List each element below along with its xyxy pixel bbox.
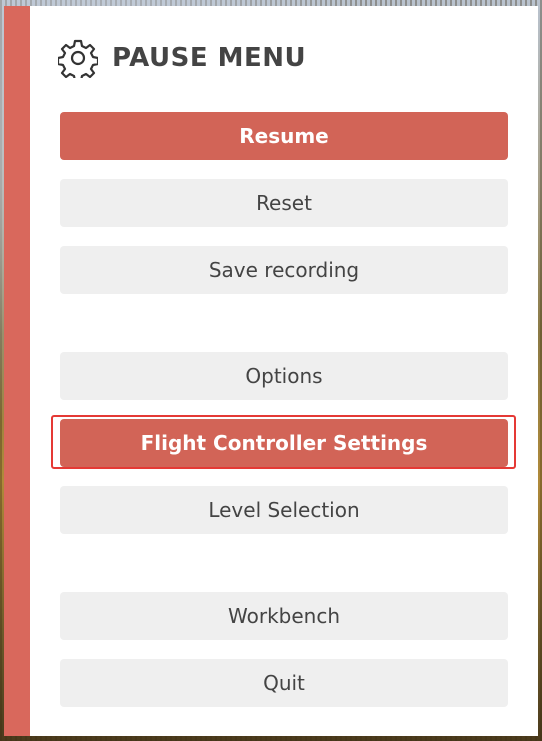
gear-icon xyxy=(58,38,98,78)
level-selection-button[interactable]: Level Selection xyxy=(60,486,508,534)
workbench-button[interactable]: Workbench xyxy=(60,592,508,640)
quit-button[interactable]: Quit xyxy=(60,659,508,707)
side-accent-bar xyxy=(4,6,30,736)
options-button[interactable]: Options xyxy=(60,352,508,400)
reset-button[interactable]: Reset xyxy=(60,179,508,227)
save-recording-button[interactable]: Save recording xyxy=(60,246,508,294)
page-title: PAUSE MENU xyxy=(112,43,307,73)
flight-controller-settings-button[interactable]: Flight Controller Settings xyxy=(60,419,508,467)
resume-button[interactable]: Resume xyxy=(60,112,508,160)
pause-menu-panel: PAUSE MENU Resume Reset Save recording O… xyxy=(30,6,538,736)
pause-menu-header: PAUSE MENU xyxy=(58,38,306,78)
